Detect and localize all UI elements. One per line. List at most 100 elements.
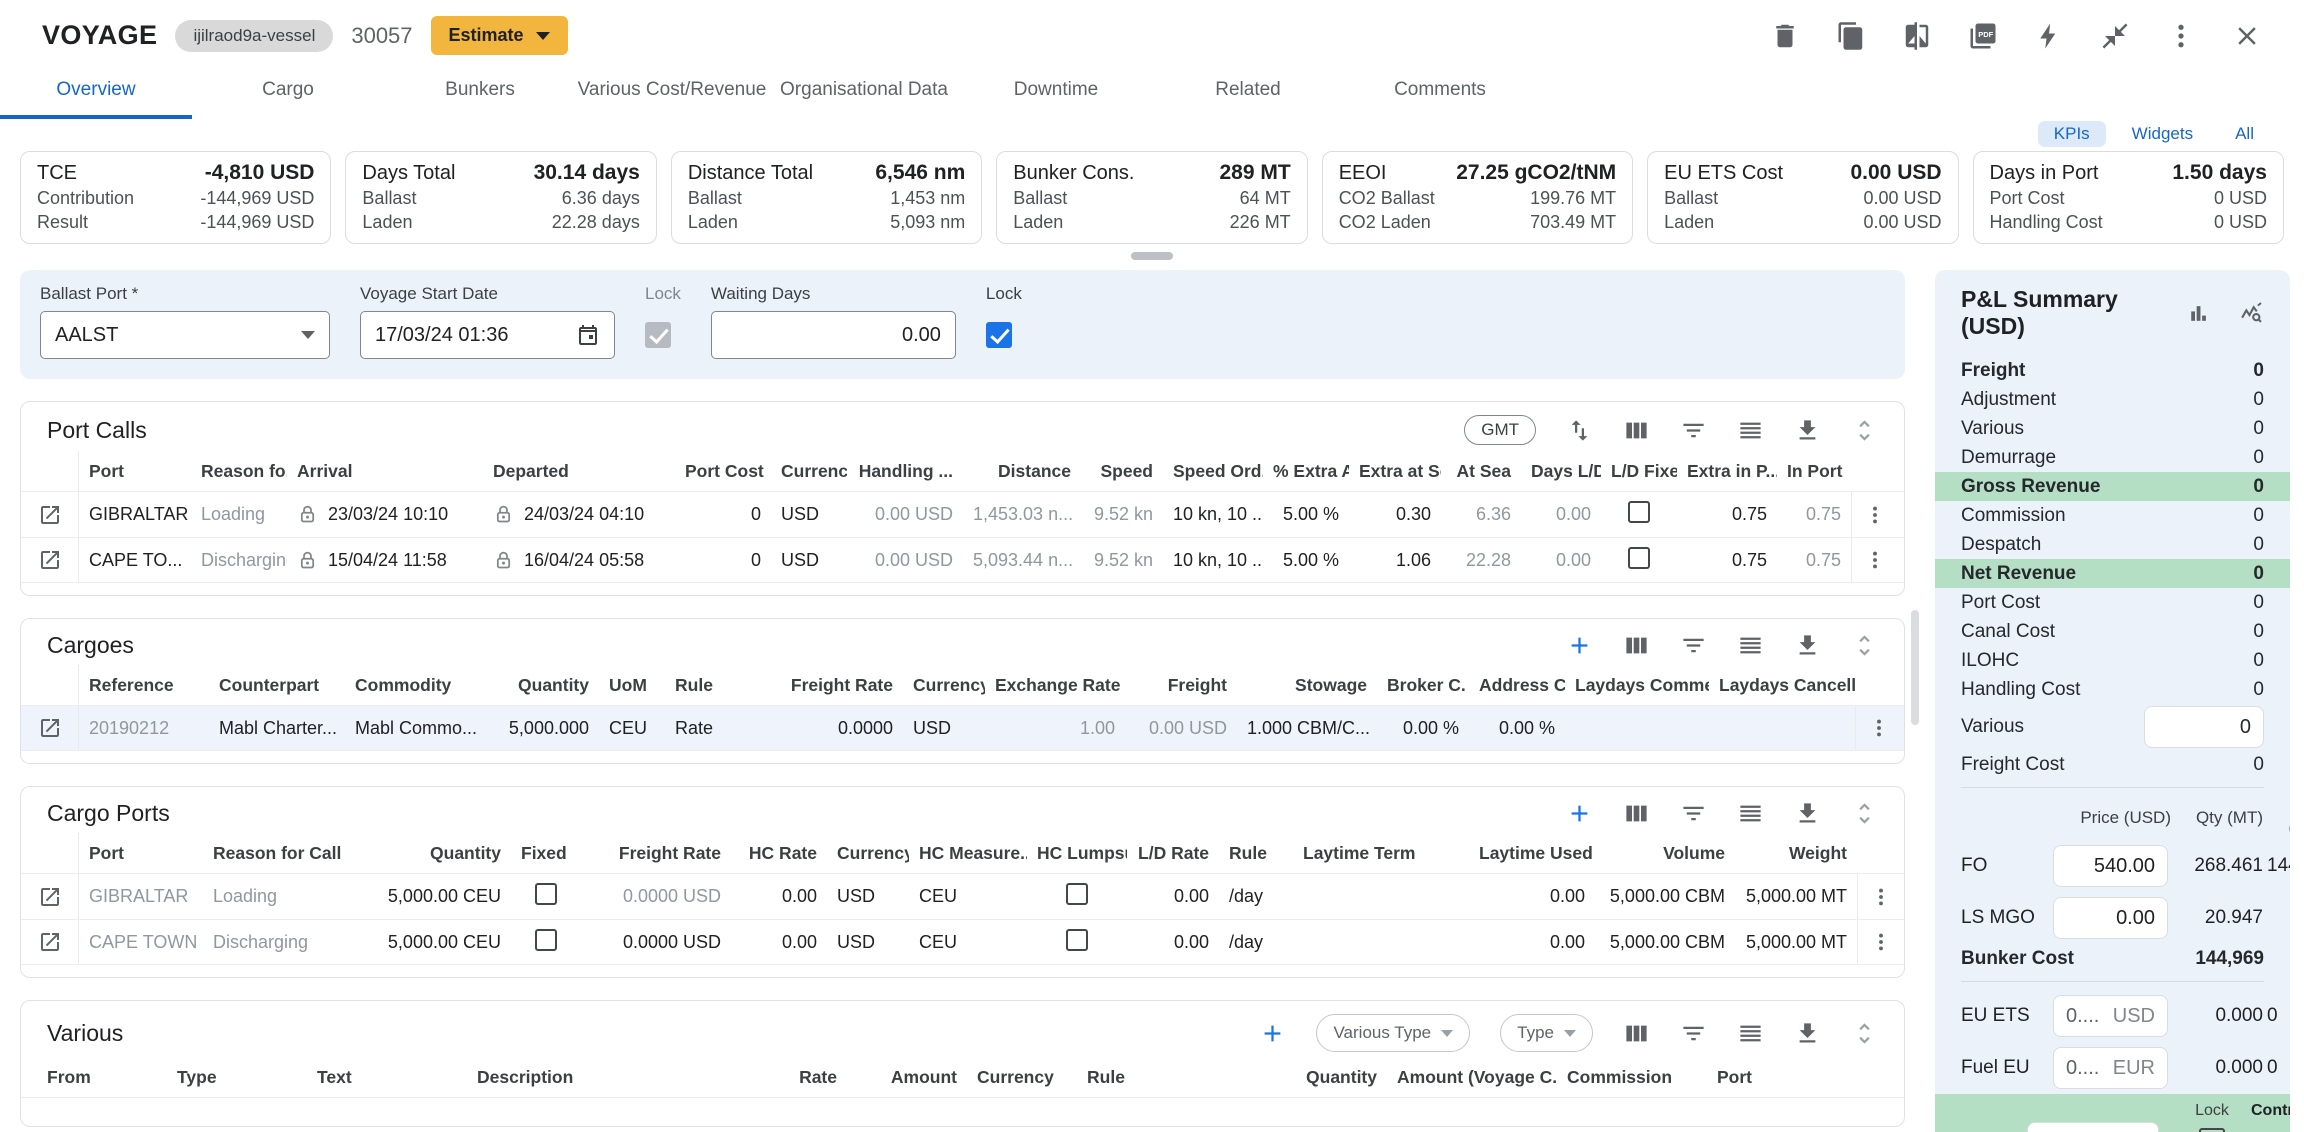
column-header[interactable]: Departed xyxy=(483,461,675,482)
column-header[interactable]: Currency xyxy=(967,1067,1077,1088)
column-header[interactable]: Quantity xyxy=(1267,1067,1387,1088)
column-header[interactable]: HC Rate xyxy=(731,843,827,864)
column-header[interactable]: Counterpart xyxy=(209,675,345,696)
column-header[interactable]: L/D Fixed xyxy=(1601,461,1677,482)
column-header[interactable]: Volume xyxy=(1595,843,1735,864)
column-header[interactable]: Handling ... xyxy=(847,461,963,482)
column-header[interactable]: Exchange Rate xyxy=(985,675,1125,696)
port-call-row[interactable]: GIBRALTAR Loading 23/03/24 10:10 24/03/2… xyxy=(21,491,1904,537)
filter-icon[interactable] xyxy=(1680,1020,1707,1047)
add-cargo-port-icon[interactable] xyxy=(1566,800,1593,827)
waiting-days-input[interactable] xyxy=(726,324,941,347)
filter-icon[interactable] xyxy=(1680,632,1707,659)
collapse-section-icon[interactable] xyxy=(1851,1020,1878,1047)
column-header[interactable]: From xyxy=(37,1067,167,1088)
view-widgets-link[interactable]: Widgets xyxy=(2116,121,2209,147)
column-header[interactable]: Speed xyxy=(1081,461,1163,482)
column-header[interactable]: Rule xyxy=(1077,1067,1267,1088)
ls-mgo-price-input[interactable] xyxy=(2066,907,2155,930)
fuel-eu-price-input[interactable]: 0....EUR xyxy=(2053,1047,2168,1089)
column-header[interactable]: Rate xyxy=(697,1067,847,1088)
column-header[interactable]: Laydays Cancelling xyxy=(1709,675,1855,696)
column-header[interactable]: Amount xyxy=(847,1067,967,1088)
column-header[interactable]: Description xyxy=(467,1067,697,1088)
download-icon[interactable] xyxy=(1794,800,1821,827)
open-record-icon[interactable] xyxy=(38,503,62,527)
open-record-icon[interactable] xyxy=(38,930,62,954)
port-call-row[interactable]: CAPE TO... Discharging 15/04/24 11:58 16… xyxy=(21,537,1904,583)
tab-comments[interactable]: Comments xyxy=(1344,67,1536,119)
open-record-icon[interactable] xyxy=(38,885,62,909)
row-density-icon[interactable] xyxy=(1737,417,1764,444)
calendar-icon[interactable] xyxy=(576,323,600,347)
view-kpis-link[interactable]: KPIs xyxy=(2038,121,2106,147)
tce-lock-checkbox[interactable] xyxy=(2199,1128,2225,1132)
tab-cargo[interactable]: Cargo xyxy=(192,67,384,119)
add-cargo-icon[interactable] xyxy=(1566,632,1593,659)
collapse-window-icon[interactable] xyxy=(2100,21,2130,51)
column-header[interactable]: In Port xyxy=(1777,461,1851,482)
column-header[interactable]: Text xyxy=(307,1067,467,1088)
column-header[interactable]: Currency xyxy=(827,843,909,864)
estimate-button[interactable]: Estimate xyxy=(431,16,568,55)
duplicate-icon[interactable] xyxy=(1836,21,1866,51)
column-header[interactable]: Freight Rate xyxy=(775,675,903,696)
column-header[interactable]: Commission xyxy=(1557,1067,1707,1088)
ld-fixed-checkbox[interactable] xyxy=(1628,501,1650,523)
download-icon[interactable] xyxy=(1794,417,1821,444)
column-header[interactable]: Port xyxy=(79,461,191,482)
column-header[interactable]: Arrival xyxy=(287,461,483,482)
column-header[interactable]: Address C. xyxy=(1469,675,1565,696)
lock-date-checkbox[interactable] xyxy=(645,322,671,348)
timezone-badge[interactable]: GMT xyxy=(1464,415,1536,445)
lock-waiting-checkbox[interactable] xyxy=(986,322,1012,348)
column-header[interactable]: Freight Rate xyxy=(581,843,731,864)
fo-price-input[interactable] xyxy=(2066,855,2155,878)
more-menu-icon[interactable] xyxy=(2166,21,2196,51)
eu-ets-price-input[interactable]: 0....USD xyxy=(2053,995,2168,1037)
column-header[interactable]: Distance xyxy=(963,461,1081,482)
column-header[interactable]: % Extra At... xyxy=(1263,461,1349,482)
column-header[interactable]: Currency xyxy=(903,675,985,696)
download-icon[interactable] xyxy=(1794,632,1821,659)
column-header[interactable]: Laytime Term xyxy=(1293,843,1469,864)
cargo-port-row[interactable]: CAPE TOWN Discharging 5,000.00 CEU 0.000… xyxy=(21,919,1904,965)
compare-icon[interactable] xyxy=(1902,21,1932,51)
fixed-checkbox[interactable] xyxy=(535,929,557,951)
download-icon[interactable] xyxy=(1794,1020,1821,1047)
various-type-filter[interactable]: Various Type xyxy=(1316,1014,1470,1052)
collapse-section-icon[interactable] xyxy=(1851,417,1878,444)
row-density-icon[interactable] xyxy=(1737,800,1764,827)
column-header[interactable]: Extra at Sea xyxy=(1349,461,1441,482)
ld-fixed-checkbox[interactable] xyxy=(1628,547,1650,569)
column-header[interactable]: Days L/D xyxy=(1521,461,1601,482)
close-icon[interactable] xyxy=(2232,21,2262,51)
column-header[interactable]: Currency xyxy=(771,461,847,482)
column-header[interactable]: Laytime Used xyxy=(1469,843,1595,864)
column-header[interactable]: Rule xyxy=(1219,843,1293,864)
quick-update-icon[interactable] xyxy=(2034,21,2064,51)
open-record-icon[interactable] xyxy=(38,716,62,740)
scrollbar-thumb[interactable] xyxy=(1911,610,1919,725)
column-header[interactable]: Commodity xyxy=(345,675,479,696)
column-header[interactable]: Reason fo... xyxy=(191,461,287,482)
column-header[interactable]: Extra in P... xyxy=(1677,461,1777,482)
panel-resize-handle[interactable] xyxy=(1131,252,1173,260)
column-header[interactable]: Quantity xyxy=(371,843,511,864)
delete-icon[interactable] xyxy=(1770,21,1800,51)
column-header[interactable]: Amount (Voyage C... xyxy=(1387,1067,1557,1088)
column-header[interactable]: Quantity xyxy=(479,675,599,696)
columns-icon[interactable] xyxy=(1623,1020,1650,1047)
column-header[interactable]: L/D Rate xyxy=(1127,843,1219,864)
tab-downtime[interactable]: Downtime xyxy=(960,67,1152,119)
fixed-checkbox[interactable] xyxy=(535,883,557,905)
hc-lumpsum-checkbox[interactable] xyxy=(1066,883,1088,905)
row-menu-icon[interactable] xyxy=(1868,717,1890,739)
column-header[interactable]: UoM xyxy=(599,675,665,696)
columns-icon[interactable] xyxy=(1623,417,1650,444)
column-header[interactable]: Freight xyxy=(1125,675,1237,696)
ballast-port-select[interactable]: AALST xyxy=(40,311,330,359)
column-header[interactable]: Port xyxy=(1707,1067,1827,1088)
sort-icon[interactable] xyxy=(1566,417,1593,444)
bar-chart-icon[interactable] xyxy=(2186,299,2211,328)
